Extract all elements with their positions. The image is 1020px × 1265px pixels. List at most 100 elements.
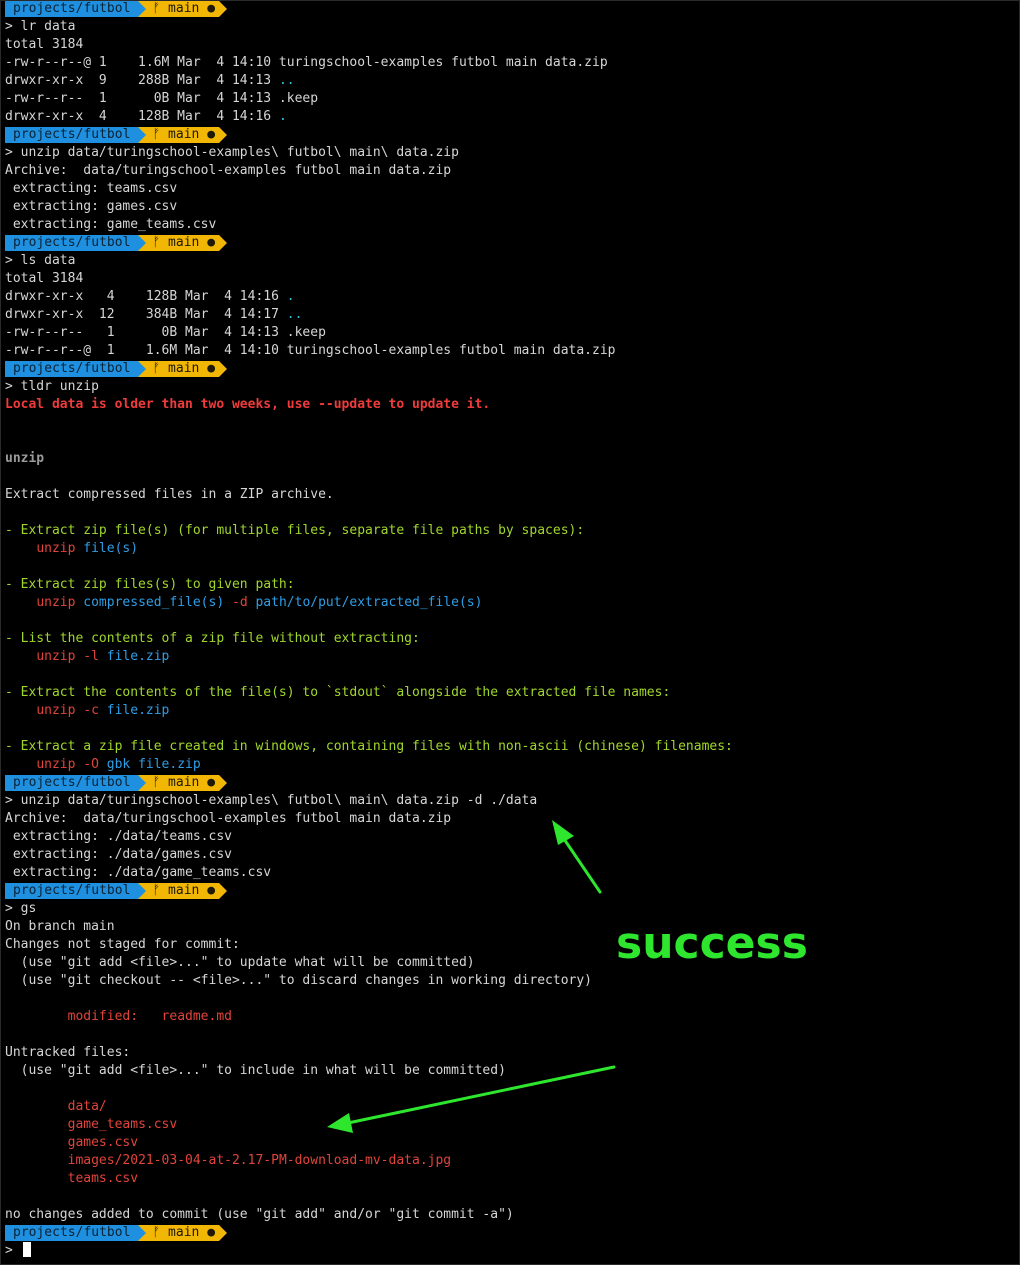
text-segment: > gs xyxy=(5,901,37,916)
output-line: > tldr unzip xyxy=(5,378,1017,396)
output-line: -rw-r--r-- 1 0B Mar 4 14:13 .keep xyxy=(5,324,1017,342)
output-line: drwxr-xr-x 4 128B Mar 4 14:16 . xyxy=(5,108,1017,126)
text-segment: file.zip xyxy=(138,757,201,772)
prompt-git-branch: ᚠ main ● xyxy=(146,127,220,143)
text-segment: drwxr-xr-x 12 384B Mar 4 14:17 xyxy=(5,307,287,322)
text-segment: Archive: data/turingschool-examples futb… xyxy=(5,163,452,178)
powerline-separator-icon xyxy=(138,1,147,17)
text-segment: unzip -O xyxy=(36,757,99,772)
text-segment: - Extract the contents of the file(s) to… xyxy=(5,685,671,700)
output-line: unzip compressed_file(s) -d path/to/put/… xyxy=(5,594,1017,612)
prompt-directory: projects/futbol xyxy=(5,775,139,791)
prompt-line: projects/futbol ᚠ main ● xyxy=(5,0,1017,18)
text-segment: file(s) xyxy=(83,541,139,556)
text-segment: .. xyxy=(286,307,303,322)
prompt-line: projects/futbol ᚠ main ● xyxy=(5,774,1017,792)
output-line: drwxr-xr-x 9 288B Mar 4 14:13 .. xyxy=(5,72,1017,90)
powerline-separator-icon xyxy=(138,235,147,251)
text-segment: . xyxy=(278,109,287,124)
powerline-end-icon xyxy=(219,235,228,251)
text-segment xyxy=(5,595,36,610)
branch-name: main xyxy=(168,1,200,16)
text-segment: Untracked files: xyxy=(5,1045,131,1060)
output-line: > unzip data/turingschool-examples\ futb… xyxy=(5,144,1017,162)
prompt-line: projects/futbol ᚠ main ● xyxy=(5,1224,1017,1242)
text-segment xyxy=(5,649,36,664)
branch-name: main xyxy=(168,775,200,790)
output-line: unzip file(s) xyxy=(5,540,1017,558)
text-segment: extracting: game_teams.csv xyxy=(5,217,217,232)
terminal-output[interactable]: projects/futbol ᚠ main ● > lr data total 31… xyxy=(5,0,1017,1260)
output-line: images/2021-03-04-at-2.17-PM-download-mv… xyxy=(5,1152,1017,1170)
text-segment xyxy=(5,757,36,772)
powerline-end-icon xyxy=(219,775,228,791)
output-line: unzip -O gbk file.zip xyxy=(5,756,1017,774)
output-line: - Extract a zip file created in windows,… xyxy=(5,738,1017,756)
text-segment: - Extract zip file(s) (for multiple file… xyxy=(5,523,585,538)
text-segment: -rw-r--r--@ 1 1.6M Mar 4 14:10 turingsch… xyxy=(5,55,608,70)
output-line: extracting: game_teams.csv xyxy=(5,216,1017,234)
text-segment: > lr data xyxy=(5,19,76,34)
command-input-line[interactable]: > xyxy=(5,1242,1017,1260)
text-segment: -d xyxy=(224,595,256,610)
output-line: - List the contents of a zip file withou… xyxy=(5,630,1017,648)
output-line: modified: readme.md xyxy=(5,1008,1017,1026)
output-line: - Extract zip files(s) to given path: xyxy=(5,576,1017,594)
text-segment: > unzip data/turingschool-examples\ futb… xyxy=(5,793,538,808)
output-line: (use "git checkout -- <file>..." to disc… xyxy=(5,972,1017,990)
output-line: On branch main xyxy=(5,918,1017,936)
text-cursor[interactable] xyxy=(22,1242,31,1257)
text-segment: gbk xyxy=(106,757,131,772)
powerline-end-icon xyxy=(219,1,228,17)
output-line: data/ xyxy=(5,1098,1017,1116)
output-line: game_teams.csv xyxy=(5,1116,1017,1134)
output-line: Local data is older than two weeks, use … xyxy=(5,396,1017,414)
text-segment xyxy=(5,1135,68,1150)
dirty-indicator-icon: ● xyxy=(207,775,216,790)
text-segment: game_teams.csv xyxy=(67,1117,178,1132)
text-segment xyxy=(99,703,107,718)
text-segment: On branch main xyxy=(5,919,115,934)
text-segment xyxy=(5,1117,68,1132)
output-line: Extract compressed files in a ZIP archiv… xyxy=(5,486,1017,504)
prompt-git-branch: ᚠ main ● xyxy=(146,361,220,377)
output-line: no changes added to commit (use "git add… xyxy=(5,1206,1017,1224)
text-segment xyxy=(5,1171,68,1186)
text-segment: extracting: teams.csv xyxy=(5,181,178,196)
prompt-directory: projects/futbol xyxy=(5,235,139,251)
text-segment: (use "git add <file>..." to include in w… xyxy=(5,1063,506,1078)
text-segment xyxy=(99,649,107,664)
prompt-line: projects/futbol ᚠ main ● xyxy=(5,234,1017,252)
text-segment: file.zip xyxy=(106,649,170,664)
powerline-separator-icon xyxy=(138,361,147,377)
output-line: - Extract the contents of the file(s) to… xyxy=(5,684,1017,702)
text-segment: . xyxy=(286,289,295,304)
text-segment: modified: readme.md xyxy=(67,1009,232,1024)
text-segment: extracting: ./data/teams.csv xyxy=(5,829,232,844)
output-line: total 3184 xyxy=(5,36,1017,54)
text-segment xyxy=(5,1153,68,1168)
output-line: -rw-r--r--@ 1 1.6M Mar 4 14:10 turingsch… xyxy=(5,342,1017,360)
text-segment: - Extract zip files(s) to given path: xyxy=(5,577,295,592)
text-segment: compressed_file(s) xyxy=(83,595,225,610)
output-line: > lr data xyxy=(5,18,1017,36)
text-segment xyxy=(130,757,138,772)
output-line: > gs xyxy=(5,900,1017,918)
output-line: Untracked files: xyxy=(5,1044,1017,1062)
text-segment: - Extract a zip file created in windows,… xyxy=(5,739,733,754)
prompt-git-branch: ᚠ main ● xyxy=(146,775,220,791)
prompt-directory: projects/futbol xyxy=(5,1,139,17)
text-segment: Archive: data/turingschool-examples futb… xyxy=(5,811,452,826)
prompt-directory: projects/futbol xyxy=(5,1225,139,1241)
powerline-separator-icon xyxy=(138,883,147,899)
text-segment: total 3184 xyxy=(5,37,84,52)
output-line: -rw-r--r-- 1 0B Mar 4 14:13 .keep xyxy=(5,90,1017,108)
text-segment: Local data is older than two weeks, use … xyxy=(5,397,491,412)
text-segment: Changes not staged for commit: xyxy=(5,937,240,952)
dirty-indicator-icon: ● xyxy=(207,1,216,16)
powerline-end-icon xyxy=(219,127,228,143)
